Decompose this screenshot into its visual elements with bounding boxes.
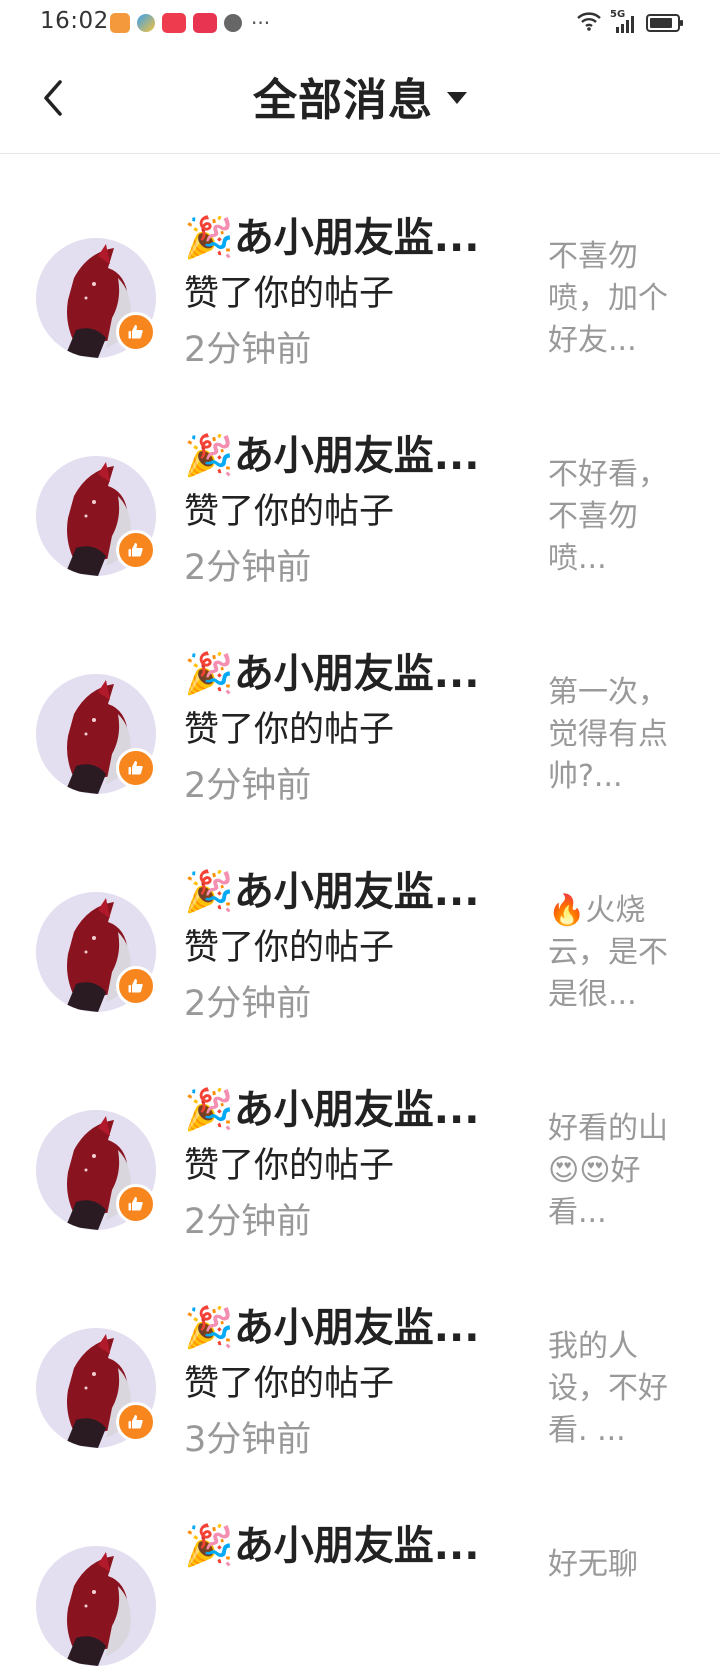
sender-name[interactable]: 🎉あ小朋友监... <box>184 428 510 484</box>
sender-name-text: あ小朋友监... <box>233 433 480 479</box>
like-badge-icon <box>116 530 156 570</box>
party-popper-emoji: 🎉 <box>184 433 234 479</box>
avatar[interactable] <box>36 1546 156 1666</box>
sender-name-text: あ小朋友监... <box>233 869 480 915</box>
cellular-signal-icon: 5G <box>610 9 638 34</box>
notification-action: 赞了你的帖子 <box>184 928 395 968</box>
more-notifications-indicator: ··· <box>251 11 271 35</box>
message-item[interactable]: 🎉あ小朋友监... 赞了你的帖子 2分钟前 好看的山😍😍好看... <box>0 1026 720 1244</box>
message-filter-dropdown[interactable]: 全部消息 <box>0 66 720 126</box>
sender-name[interactable]: 🎉あ小朋友监... <box>184 210 510 266</box>
message-item[interactable]: 🎉あ小朋友监... 赞了你的帖子 2分钟前 第一次，觉得有点帅?... <box>0 590 720 808</box>
party-popper-emoji: 🎉 <box>184 651 234 697</box>
party-popper-emoji: 🎉 <box>184 869 234 915</box>
like-badge-icon <box>116 966 156 1006</box>
notification-app-icon <box>137 14 155 32</box>
notification-action: 赞了你的帖子 <box>184 1146 395 1186</box>
post-preview[interactable]: 我的人设，不好看. ... <box>548 1326 668 1452</box>
sender-name[interactable]: 🎉あ小朋友监... <box>184 1082 510 1138</box>
notification-time: 3分钟前 <box>184 1420 312 1460</box>
notification-time: 2分钟前 <box>184 548 312 588</box>
notification-app-icon <box>193 13 217 33</box>
notification-time: 2分钟前 <box>184 984 312 1024</box>
sender-name[interactable]: 🎉あ小朋友监... <box>184 1300 510 1356</box>
post-preview[interactable]: 好看的山😍😍好看... <box>548 1108 668 1234</box>
party-popper-emoji: 🎉 <box>184 1087 234 1133</box>
like-badge-icon <box>116 748 156 788</box>
battery-icon <box>646 14 683 32</box>
status-bar: 16:02 ··· 5G <box>0 0 720 46</box>
notification-time: 2分钟前 <box>184 330 312 370</box>
party-popper-emoji: 🎉 <box>184 215 234 261</box>
like-badge-icon <box>116 1402 156 1442</box>
sender-name[interactable]: 🎉あ小朋友监... <box>184 646 510 702</box>
post-preview[interactable]: 🔥火烧云，是不是很... <box>548 890 668 1016</box>
wifi-icon <box>576 10 602 36</box>
message-item[interactable]: 🎉あ小朋友监... 赞了你的帖子 2分钟前 不喜勿喷，加个好友... <box>0 154 720 372</box>
sender-name-text: あ小朋友监... <box>233 1087 480 1133</box>
notification-app-icon <box>162 13 186 33</box>
message-item[interactable]: 🎉あ小朋友监... 好无聊 <box>0 1462 720 1680</box>
sender-name-text: あ小朋友监... <box>233 1523 480 1569</box>
system-indicators: 5G <box>576 9 683 36</box>
message-item[interactable]: 🎉あ小朋友监... 赞了你的帖子 2分钟前 不好看，不喜勿喷... <box>0 372 720 590</box>
like-badge-icon <box>116 312 156 352</box>
notification-action: 赞了你的帖子 <box>184 1364 395 1404</box>
like-badge-icon <box>116 1184 156 1224</box>
sender-name-text: あ小朋友监... <box>233 215 480 261</box>
status-time: 16:02 <box>40 8 109 34</box>
message-item[interactable]: 🎉あ小朋友监... 赞了你的帖子 3分钟前 我的人设，不好看. ... <box>0 1244 720 1462</box>
sender-name[interactable]: 🎉あ小朋友监... <box>184 1518 510 1574</box>
notification-action: 赞了你的帖子 <box>184 710 395 750</box>
sender-name[interactable]: 🎉あ小朋友监... <box>184 864 510 920</box>
message-item[interactable]: 🎉あ小朋友监... 赞了你的帖子 2分钟前 🔥火烧云，是不是很... <box>0 808 720 1026</box>
party-popper-emoji: 🎉 <box>184 1523 234 1569</box>
notification-time: 2分钟前 <box>184 766 312 806</box>
post-preview[interactable]: 不喜勿喷，加个好友... <box>548 236 668 362</box>
message-list: 🎉あ小朋友监... 赞了你的帖子 2分钟前 不喜勿喷，加个好友... 🎉あ小朋友… <box>0 154 720 1680</box>
post-preview[interactable]: 第一次，觉得有点帅?... <box>548 672 668 798</box>
notification-action: 赞了你的帖子 <box>184 492 395 532</box>
post-preview[interactable]: 不好看，不喜勿喷... <box>548 454 668 580</box>
sender-name-text: あ小朋友监... <box>233 651 480 697</box>
page-title: 全部消息 <box>253 75 433 126</box>
notification-app-icon <box>110 13 130 33</box>
party-popper-emoji: 🎉 <box>184 1305 234 1351</box>
notification-action: 赞了你的帖子 <box>184 274 395 314</box>
caret-down-icon <box>447 92 467 104</box>
sender-name-text: あ小朋友监... <box>233 1305 480 1351</box>
post-preview[interactable]: 好无聊 <box>548 1544 668 1586</box>
top-nav-bar: 全部消息 <box>0 46 720 154</box>
notification-icons: ··· <box>110 12 270 34</box>
notification-app-icon <box>224 14 242 32</box>
notification-time: 2分钟前 <box>184 1202 312 1242</box>
